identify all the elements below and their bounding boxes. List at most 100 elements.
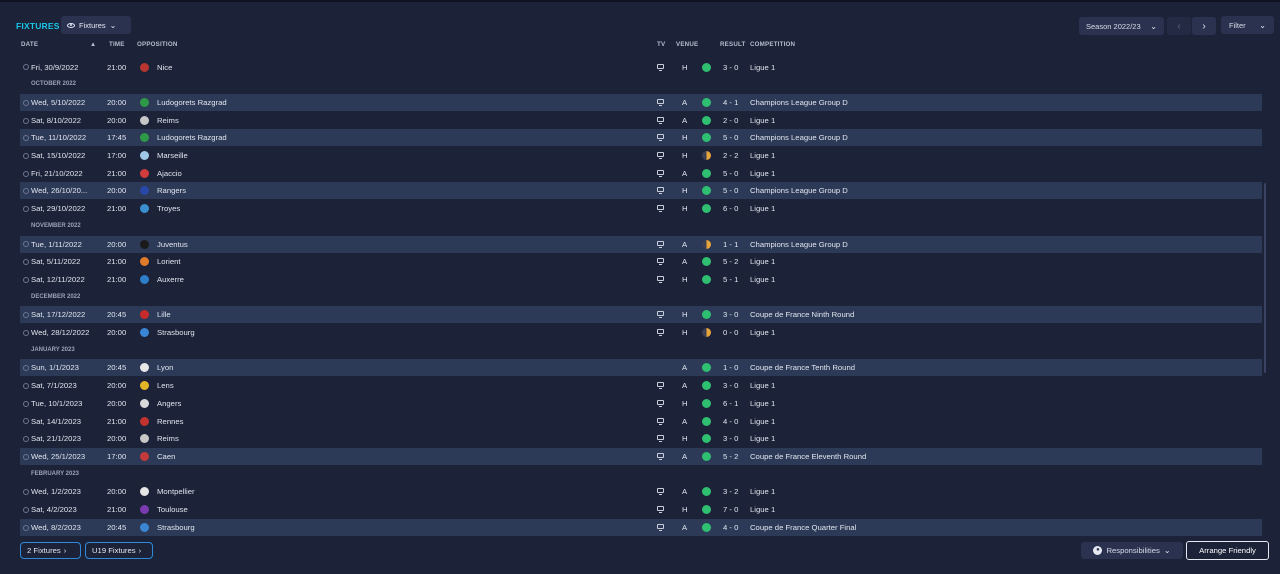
fixture-row[interactable]: Sat, 29/10/2022 21:00 Troyes H 6 - 0 Ligue 1 — [20, 200, 1262, 217]
column-header-opposition[interactable]: OPPOSITION — [137, 41, 178, 48]
column-header-time[interactable]: TIME — [109, 41, 125, 48]
fixture-row[interactable]: Wed, 1/2/2023 20:00 Montpellier A 3 - 2 Ligue… — [20, 483, 1262, 500]
fixture-competition[interactable]: Ligue 1 — [750, 501, 775, 518]
fixture-score[interactable]: 3 - 0 — [723, 377, 738, 394]
fixture-row[interactable]: Wed, 5/10/2022 20:00 Ludogorets Razgrad A 4 … — [20, 93, 1262, 111]
fixture-score[interactable]: 4 - 0 — [723, 519, 738, 536]
fixture-competition[interactable]: Coupe de France Eleventh Round — [750, 448, 866, 465]
column-header-tv[interactable]: TV — [657, 41, 665, 48]
fixture-competition[interactable]: Ligue 1 — [750, 200, 775, 217]
fixture-competition[interactable]: Ligue 1 — [750, 147, 775, 164]
fixture-competition[interactable]: Champions League Group D — [750, 182, 848, 199]
fixture-competition[interactable]: Ligue 1 — [750, 483, 775, 500]
fixture-competition[interactable]: Ligue 1 — [750, 271, 775, 288]
opponent-name[interactable]: Angers — [157, 395, 181, 412]
opponent-name[interactable]: Strasbourg — [157, 519, 195, 536]
fixture-row[interactable]: Wed, 28/12/2022 20:00 Strasbourg H 0 - 0 Ligu… — [20, 324, 1262, 341]
opponent-name[interactable]: Lens — [157, 377, 174, 394]
fixture-score[interactable]: 2 - 0 — [723, 112, 738, 129]
fixture-score[interactable]: 5 - 0 — [723, 129, 738, 146]
fixture-row[interactable]: Fri, 30/9/2022 21:00 Nice H 3 - 0 Ligue 1 — [20, 59, 1262, 76]
opponent-name[interactable]: Ludogorets Razgrad — [157, 129, 227, 146]
fixture-score[interactable]: 6 - 1 — [723, 395, 738, 412]
fixture-score[interactable]: 5 - 0 — [723, 182, 738, 199]
fixture-score[interactable]: 3 - 2 — [723, 483, 738, 500]
fixture-row[interactable]: Sat, 17/12/2022 20:45 Lille H 3 - 0 Coupe de … — [20, 306, 1262, 324]
fixture-score[interactable]: 5 - 1 — [723, 271, 738, 288]
fixture-row[interactable]: Fri, 21/10/2022 21:00 Ajaccio A 5 - 0 Ligue 1 — [20, 165, 1262, 182]
opponent-name[interactable]: Lorient — [157, 253, 181, 270]
opponent-name[interactable]: Auxerre — [157, 271, 184, 288]
fixture-competition[interactable]: Ligue 1 — [750, 112, 775, 129]
fixture-score[interactable]: 3 - 0 — [723, 306, 738, 323]
opponent-name[interactable]: Troyes — [157, 200, 180, 217]
fixture-competition[interactable]: Ligue 1 — [750, 253, 775, 270]
fixture-score[interactable]: 4 - 0 — [723, 413, 738, 430]
fixture-row[interactable]: Tue, 10/1/2023 20:00 Angers H 6 - 1 Ligue 1 — [20, 395, 1262, 412]
next-season-button[interactable]: › — [1192, 17, 1216, 35]
opponent-name[interactable]: Lille — [157, 306, 171, 323]
fixture-row[interactable]: Wed, 26/10/20... 20:00 Rangers H 5 - 0 Champi… — [20, 182, 1262, 200]
fixture-competition[interactable]: Coupe de France Ninth Round — [750, 306, 854, 323]
responsibilities-dropdown[interactable]: ● Responsibilities ⌄ — [1081, 542, 1183, 559]
opponent-name[interactable]: Juventus — [157, 236, 188, 253]
opponent-name[interactable]: Ludogorets Razgrad — [157, 94, 227, 111]
fixture-competition[interactable]: Ligue 1 — [750, 59, 775, 76]
fixtures-view-dropdown[interactable]: Fixtures ⌄ — [61, 16, 131, 34]
filter-dropdown[interactable]: Filter ⌄ — [1221, 16, 1274, 34]
fixture-row[interactable]: Tue, 1/11/2022 20:00 Juventus A 1 - 1 Champio… — [20, 235, 1262, 253]
fixture-competition[interactable]: Champions League Group D — [750, 129, 848, 146]
fixture-score[interactable]: 7 - 0 — [723, 501, 738, 518]
fixture-row[interactable]: Wed, 8/2/2023 20:45 Strasbourg A 4 - 0 Coupe … — [20, 518, 1262, 536]
season-dropdown[interactable]: Season 2022/23 ⌄ — [1079, 17, 1164, 35]
fixture-score[interactable]: 4 - 1 — [723, 94, 738, 111]
arrange-friendly-button[interactable]: Arrange Friendly — [1186, 541, 1269, 560]
fixture-row[interactable]: Tue, 11/10/2022 17:45 Ludogorets Razgrad H 5… — [20, 129, 1262, 147]
fixture-competition[interactable]: Ligue 1 — [750, 377, 775, 394]
fixture-competition[interactable]: Ligue 1 — [750, 395, 775, 412]
fixture-competition[interactable]: Coupe de France Tenth Round — [750, 359, 855, 376]
opponent-name[interactable]: Marseille — [157, 147, 188, 164]
column-header-competition[interactable]: COMPETITION — [750, 41, 795, 48]
fixture-score[interactable]: 5 - 0 — [723, 165, 738, 182]
fixture-competition[interactable]: Ligue 1 — [750, 165, 775, 182]
opponent-name[interactable]: Rennes — [157, 413, 184, 430]
scrollbar[interactable] — [1264, 183, 1266, 373]
fixture-row[interactable]: Sun, 1/1/2023 20:45 Lyon A 1 - 0 Coupe de Fra… — [20, 359, 1262, 377]
fixture-competition[interactable]: Champions League Group D — [750, 236, 848, 253]
opponent-name[interactable]: Reims — [157, 430, 179, 447]
fixture-row[interactable]: Sat, 7/1/2023 20:00 Lens A 3 - 0 Ligue 1 — [20, 377, 1262, 394]
fixture-row[interactable]: Sat, 8/10/2022 20:00 Reims A 2 - 0 Ligue 1 — [20, 112, 1262, 129]
previous-season-button[interactable]: ‹ — [1167, 17, 1191, 35]
column-header-venue[interactable]: VENUE — [676, 41, 698, 48]
fixture-score[interactable]: 3 - 0 — [723, 430, 738, 447]
fixture-row[interactable]: Sat, 4/2/2023 21:00 Toulouse H 7 - 0 Ligue 1 — [20, 501, 1262, 518]
fixture-row[interactable]: Sat, 15/10/2022 17:00 Marseille H 2 - 2 Ligue… — [20, 147, 1262, 164]
column-header-date[interactable]: DATE — [21, 41, 38, 48]
opponent-name[interactable]: Nice — [157, 59, 172, 76]
fixtures-count-button[interactable]: 2 Fixtures › — [20, 542, 81, 559]
fixture-score[interactable]: 2 - 2 — [723, 147, 738, 164]
opponent-name[interactable]: Ajaccio — [157, 165, 182, 182]
fixture-competition[interactable]: Ligue 1 — [750, 324, 775, 341]
opponent-name[interactable]: Montpellier — [157, 483, 195, 500]
opponent-name[interactable]: Strasbourg — [157, 324, 195, 341]
fixture-score[interactable]: 3 - 0 — [723, 59, 738, 76]
fixture-score[interactable]: 6 - 0 — [723, 200, 738, 217]
fixture-score[interactable]: 5 - 2 — [723, 448, 738, 465]
opponent-name[interactable]: Caen — [157, 448, 175, 465]
fixture-competition[interactable]: Champions League Group D — [750, 94, 848, 111]
fixture-competition[interactable]: Coupe de France Quarter Final — [750, 519, 856, 536]
fixture-row[interactable]: Sat, 21/1/2023 20:00 Reims H 3 - 0 Ligue 1 — [20, 430, 1262, 447]
fixture-row[interactable]: Sat, 14/1/2023 21:00 Rennes A 4 - 0 Ligue 1 — [20, 413, 1262, 430]
fixture-competition[interactable]: Ligue 1 — [750, 430, 775, 447]
opponent-name[interactable]: Lyon — [157, 359, 173, 376]
opponent-name[interactable]: Rangers — [157, 182, 186, 199]
fixture-score[interactable]: 1 - 1 — [723, 236, 738, 253]
opponent-name[interactable]: Toulouse — [157, 501, 188, 518]
fixture-row[interactable]: Wed, 25/1/2023 17:00 Caen A 5 - 2 Coupe de Fr… — [20, 447, 1262, 465]
fixture-score[interactable]: 1 - 0 — [723, 359, 738, 376]
opponent-name[interactable]: Reims — [157, 112, 179, 129]
fixture-row[interactable]: Sat, 12/11/2022 21:00 Auxerre H 5 - 1 Ligue 1 — [20, 271, 1262, 288]
fixture-row[interactable]: Sat, 5/11/2022 21:00 Lorient A 5 - 2 Ligue 1 — [20, 253, 1262, 270]
